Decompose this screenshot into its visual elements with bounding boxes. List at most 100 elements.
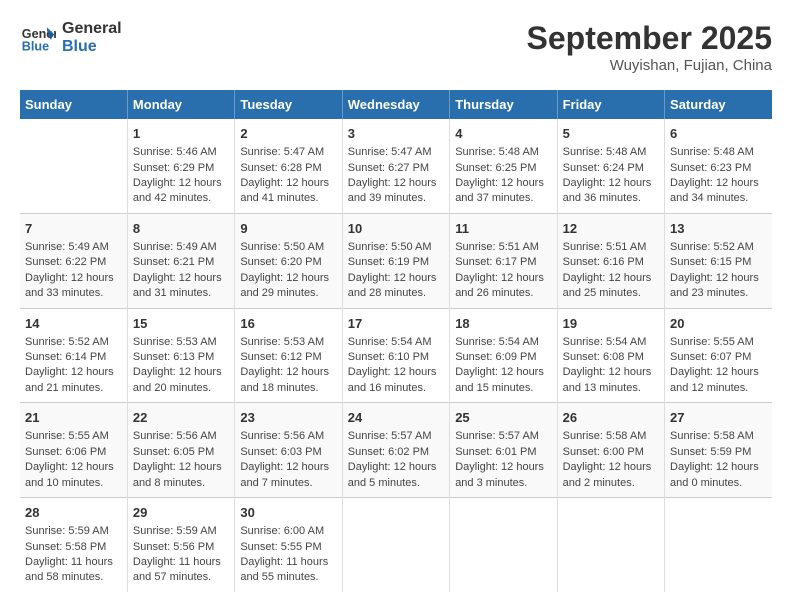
calendar-cell: 6 Sunrise: 5:48 AMSunset: 6:23 PMDaylight… bbox=[665, 119, 772, 213]
day-number: 28 bbox=[25, 504, 122, 522]
calendar-cell bbox=[665, 498, 772, 592]
calendar-cell: 16Sunrise: 5:53 AMSunset: 6:12 PMDayligh… bbox=[235, 308, 342, 403]
calendar-cell bbox=[20, 119, 127, 213]
week-row-3: 14 Sunrise: 5:52 AMSunset: 6:14 PMDayligh… bbox=[20, 308, 772, 403]
day-info: Sunrise: 6:00 AMSunset: 5:55 PMDaylight:… bbox=[240, 524, 336, 586]
day-number: 6 bbox=[670, 125, 767, 143]
column-header-tuesday: Tuesday bbox=[235, 90, 342, 119]
header-row: SundayMondayTuesdayWednesdayThursdayFrid… bbox=[20, 90, 772, 119]
column-header-friday: Friday bbox=[557, 90, 664, 119]
day-number: 8 bbox=[133, 220, 229, 238]
day-number: 1 bbox=[133, 125, 229, 143]
calendar-cell: 17 Sunrise: 5:54 AMSunset: 6:10 PMDayligh… bbox=[342, 308, 449, 403]
calendar-cell: 21Sunrise: 5:55 AMSunset: 6:06 PMDayligh… bbox=[20, 403, 127, 498]
day-info: Sunrise: 5:49 AMSunset: 6:21 PMDaylight:… bbox=[133, 240, 229, 302]
logo: General Blue General Blue bbox=[20, 20, 122, 56]
day-number: 27 bbox=[670, 409, 767, 427]
title-block: September 2025 Wuyishan, Fujian, China bbox=[527, 20, 772, 74]
calendar-cell: 29Sunrise: 5:59 AMSunset: 5:56 PMDayligh… bbox=[127, 498, 234, 592]
day-number: 26 bbox=[563, 409, 659, 427]
day-number: 3 bbox=[348, 125, 444, 143]
day-info: Sunrise: 5:49 AMSunset: 6:22 PMDaylight:… bbox=[25, 240, 122, 302]
calendar-cell: 2 Sunrise: 5:47 AMSunset: 6:28 PMDaylight… bbox=[235, 119, 342, 213]
day-number: 11 bbox=[455, 220, 551, 238]
day-number: 24 bbox=[348, 409, 444, 427]
day-info: Sunrise: 5:48 AMSunset: 6:23 PMDaylight:… bbox=[670, 145, 767, 207]
calendar-cell: 25 Sunrise: 5:57 AMSunset: 6:01 PMDayligh… bbox=[450, 403, 557, 498]
day-info: Sunrise: 5:48 AMSunset: 6:24 PMDaylight:… bbox=[563, 145, 659, 207]
calendar-cell bbox=[557, 498, 664, 592]
column-header-monday: Monday bbox=[127, 90, 234, 119]
column-header-wednesday: Wednesday bbox=[342, 90, 449, 119]
calendar-cell: 7 Sunrise: 5:49 AMSunset: 6:22 PMDaylight… bbox=[20, 213, 127, 308]
calendar-cell: 15Sunrise: 5:53 AMSunset: 6:13 PMDayligh… bbox=[127, 308, 234, 403]
day-number: 18 bbox=[455, 315, 551, 333]
day-number: 5 bbox=[563, 125, 659, 143]
day-number: 14 bbox=[25, 315, 122, 333]
calendar-table: SundayMondayTuesdayWednesdayThursdayFrid… bbox=[20, 90, 772, 592]
day-number: 15 bbox=[133, 315, 229, 333]
calendar-cell: 11 Sunrise: 5:51 AMSunset: 6:17 PMDayligh… bbox=[450, 213, 557, 308]
column-header-saturday: Saturday bbox=[665, 90, 772, 119]
day-info: Sunrise: 5:46 AMSunset: 6:29 PMDaylight:… bbox=[133, 145, 229, 207]
day-number: 17 bbox=[348, 315, 444, 333]
day-number: 9 bbox=[240, 220, 336, 238]
svg-text:Blue: Blue bbox=[22, 40, 49, 54]
day-number: 22 bbox=[133, 409, 229, 427]
calendar-cell: 20Sunrise: 5:55 AMSunset: 6:07 PMDayligh… bbox=[665, 308, 772, 403]
day-info: Sunrise: 5:57 AMSunset: 6:01 PMDaylight:… bbox=[455, 429, 551, 491]
week-row-2: 7 Sunrise: 5:49 AMSunset: 6:22 PMDaylight… bbox=[20, 213, 772, 308]
calendar-cell: 10Sunrise: 5:50 AMSunset: 6:19 PMDayligh… bbox=[342, 213, 449, 308]
column-header-thursday: Thursday bbox=[450, 90, 557, 119]
calendar-cell: 3 Sunrise: 5:47 AMSunset: 6:27 PMDaylight… bbox=[342, 119, 449, 213]
logo-icon: General Blue bbox=[20, 20, 56, 56]
day-number: 20 bbox=[670, 315, 767, 333]
calendar-cell: 12 Sunrise: 5:51 AMSunset: 6:16 PMDayligh… bbox=[557, 213, 664, 308]
day-info: Sunrise: 5:47 AMSunset: 6:28 PMDaylight:… bbox=[240, 145, 336, 207]
week-row-4: 21Sunrise: 5:55 AMSunset: 6:06 PMDayligh… bbox=[20, 403, 772, 498]
day-info: Sunrise: 5:51 AMSunset: 6:16 PMDaylight:… bbox=[563, 240, 659, 302]
calendar-cell: 8 Sunrise: 5:49 AMSunset: 6:21 PMDaylight… bbox=[127, 213, 234, 308]
day-number: 2 bbox=[240, 125, 336, 143]
day-number: 7 bbox=[25, 220, 122, 238]
calendar-cell: 5 Sunrise: 5:48 AMSunset: 6:24 PMDaylight… bbox=[557, 119, 664, 213]
day-info: Sunrise: 5:58 AMSunset: 5:59 PMDaylight:… bbox=[670, 429, 767, 491]
calendar-cell: 4Sunrise: 5:48 AMSunset: 6:25 PMDaylight… bbox=[450, 119, 557, 213]
day-info: Sunrise: 5:59 AMSunset: 5:58 PMDaylight:… bbox=[25, 524, 122, 586]
day-info: Sunrise: 5:52 AMSunset: 6:14 PMDaylight:… bbox=[25, 335, 122, 397]
day-info: Sunrise: 5:47 AMSunset: 6:27 PMDaylight:… bbox=[348, 145, 444, 207]
day-info: Sunrise: 5:54 AMSunset: 6:10 PMDaylight:… bbox=[348, 335, 444, 397]
day-info: Sunrise: 5:58 AMSunset: 6:00 PMDaylight:… bbox=[563, 429, 659, 491]
day-info: Sunrise: 5:54 AMSunset: 6:08 PMDaylight:… bbox=[563, 335, 659, 397]
week-row-5: 28 Sunrise: 5:59 AMSunset: 5:58 PMDayligh… bbox=[20, 498, 772, 592]
calendar-cell: 13 Sunrise: 5:52 AMSunset: 6:15 PMDayligh… bbox=[665, 213, 772, 308]
calendar-cell: 19Sunrise: 5:54 AMSunset: 6:08 PMDayligh… bbox=[557, 308, 664, 403]
calendar-cell: 9 Sunrise: 5:50 AMSunset: 6:20 PMDaylight… bbox=[235, 213, 342, 308]
calendar-cell: 23 Sunrise: 5:56 AMSunset: 6:03 PMDayligh… bbox=[235, 403, 342, 498]
logo-text: General Blue bbox=[62, 20, 122, 55]
day-info: Sunrise: 5:57 AMSunset: 6:02 PMDaylight:… bbox=[348, 429, 444, 491]
day-info: Sunrise: 5:50 AMSunset: 6:19 PMDaylight:… bbox=[348, 240, 444, 302]
day-info: Sunrise: 5:50 AMSunset: 6:20 PMDaylight:… bbox=[240, 240, 336, 302]
day-number: 25 bbox=[455, 409, 551, 427]
day-info: Sunrise: 5:56 AMSunset: 6:03 PMDaylight:… bbox=[240, 429, 336, 491]
day-info: Sunrise: 5:52 AMSunset: 6:15 PMDaylight:… bbox=[670, 240, 767, 302]
day-info: Sunrise: 5:55 AMSunset: 6:06 PMDaylight:… bbox=[25, 429, 122, 491]
calendar-cell: 22 Sunrise: 5:56 AMSunset: 6:05 PMDayligh… bbox=[127, 403, 234, 498]
calendar-cell: 18 Sunrise: 5:54 AMSunset: 6:09 PMDayligh… bbox=[450, 308, 557, 403]
day-number: 13 bbox=[670, 220, 767, 238]
calendar-cell: 1 Sunrise: 5:46 AMSunset: 6:29 PMDaylight… bbox=[127, 119, 234, 213]
day-info: Sunrise: 5:54 AMSunset: 6:09 PMDaylight:… bbox=[455, 335, 551, 397]
day-number: 16 bbox=[240, 315, 336, 333]
day-number: 12 bbox=[563, 220, 659, 238]
day-info: Sunrise: 5:51 AMSunset: 6:17 PMDaylight:… bbox=[455, 240, 551, 302]
day-info: Sunrise: 5:56 AMSunset: 6:05 PMDaylight:… bbox=[133, 429, 229, 491]
week-row-1: 1 Sunrise: 5:46 AMSunset: 6:29 PMDaylight… bbox=[20, 119, 772, 213]
location: Wuyishan, Fujian, China bbox=[527, 57, 772, 74]
month-title: September 2025 bbox=[527, 20, 772, 57]
day-number: 23 bbox=[240, 409, 336, 427]
day-number: 29 bbox=[133, 504, 229, 522]
calendar-cell bbox=[450, 498, 557, 592]
calendar-cell: 24 Sunrise: 5:57 AMSunset: 6:02 PMDayligh… bbox=[342, 403, 449, 498]
calendar-cell: 26 Sunrise: 5:58 AMSunset: 6:00 PMDayligh… bbox=[557, 403, 664, 498]
